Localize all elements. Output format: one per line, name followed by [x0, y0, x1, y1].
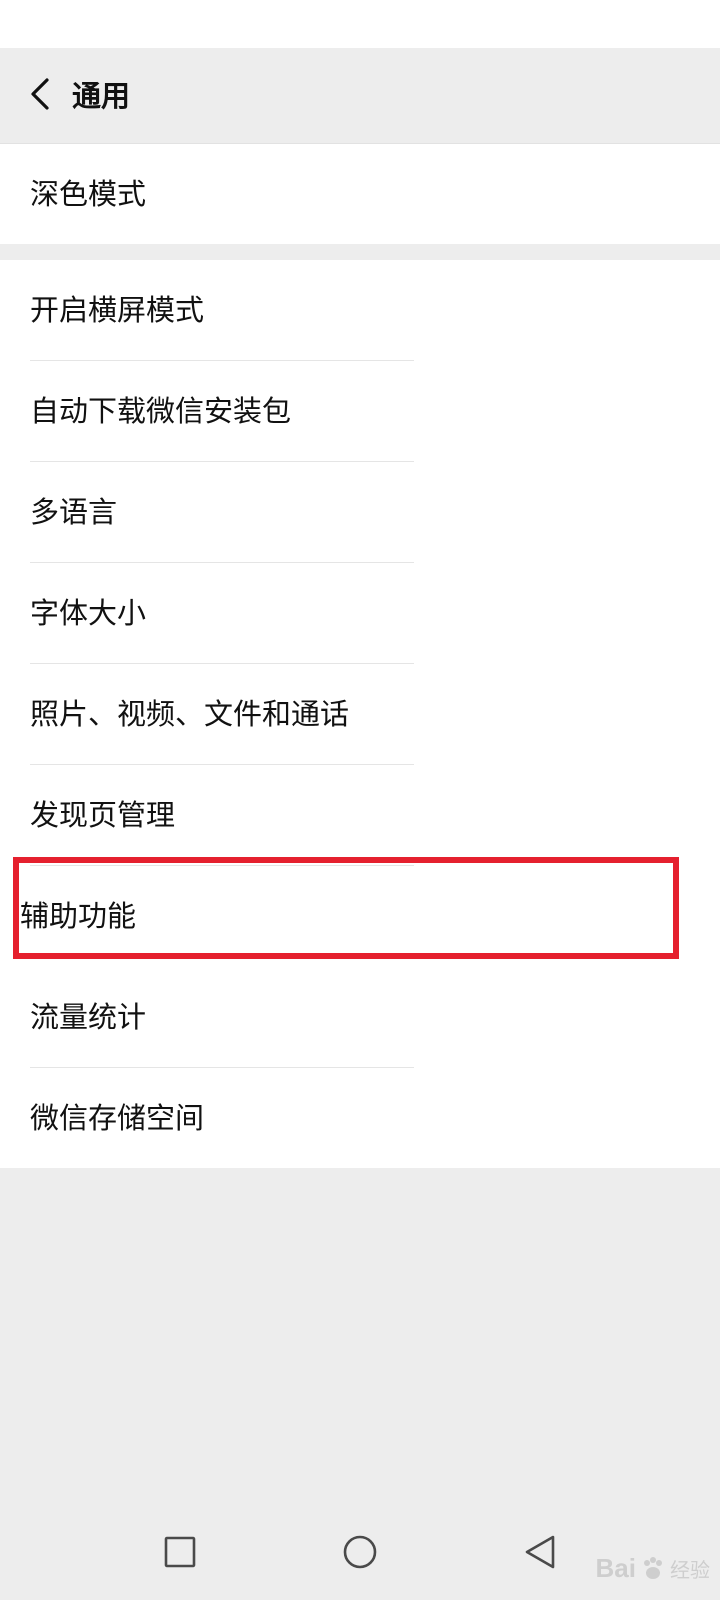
- settings-item-label: 照片、视频、文件和通话: [30, 697, 350, 731]
- status-bar: [0, 0, 720, 48]
- settings-item-accessibility[interactable]: 辅助功能: [0, 866, 720, 967]
- settings-item-label: 字体大小: [30, 596, 147, 630]
- settings-item-language[interactable]: 多语言: [0, 462, 720, 563]
- settings-item-label: 微信存储空间: [30, 1101, 205, 1135]
- square-icon: [164, 1536, 196, 1568]
- settings-group-display: 深色模式: [0, 144, 720, 244]
- triangle-back-icon: [525, 1535, 555, 1569]
- back-button[interactable]: [14, 68, 66, 120]
- settings-item-media-files-calls[interactable]: 照片、视频、文件和通话: [0, 664, 720, 765]
- system-back-button[interactable]: [516, 1528, 564, 1576]
- settings-item-label: 自动下载微信安装包: [30, 394, 292, 428]
- settings-group-general: 开启横屏模式 自动下载微信安装包 多语言 字体大小 照片、视频、文件和通话 发现…: [0, 260, 720, 1168]
- settings-item-label: 深色模式: [30, 177, 147, 211]
- paw-icon: [644, 1556, 662, 1579]
- settings-item-label: 多语言: [30, 495, 118, 529]
- settings-item-label: 开启横屏模式: [30, 293, 205, 327]
- settings-item-label: 流量统计: [30, 1000, 147, 1034]
- settings-item-data-usage[interactable]: 流量统计: [0, 967, 720, 1068]
- nav-header: 通用: [0, 48, 720, 144]
- watermark-suffix: 经验: [670, 1558, 710, 1582]
- watermark-text: Bai: [595, 1553, 636, 1583]
- settings-item-font-size[interactable]: 字体大小: [0, 563, 720, 664]
- page-title: 通用: [72, 79, 131, 113]
- chevron-left-icon: [31, 78, 49, 110]
- baidu-jingyan-watermark: Bai 经验: [596, 1553, 710, 1584]
- settings-item-storage[interactable]: 微信存储空间: [0, 1068, 720, 1168]
- settings-item-dark-mode[interactable]: 深色模式: [0, 144, 720, 244]
- system-navigation-bar: Bai 经验: [0, 1504, 720, 1600]
- home-button[interactable]: [336, 1528, 384, 1576]
- recent-apps-button[interactable]: [156, 1528, 204, 1576]
- settings-item-discover-management[interactable]: 发现页管理: [0, 765, 720, 866]
- settings-item-label: 辅助功能: [20, 899, 137, 933]
- settings-item-label: 发现页管理: [30, 798, 176, 832]
- settings-item-auto-download[interactable]: 自动下载微信安装包: [0, 361, 720, 462]
- group-separator: [0, 244, 414, 260]
- circle-icon: [343, 1535, 377, 1569]
- settings-item-landscape-mode[interactable]: 开启横屏模式: [0, 260, 720, 361]
